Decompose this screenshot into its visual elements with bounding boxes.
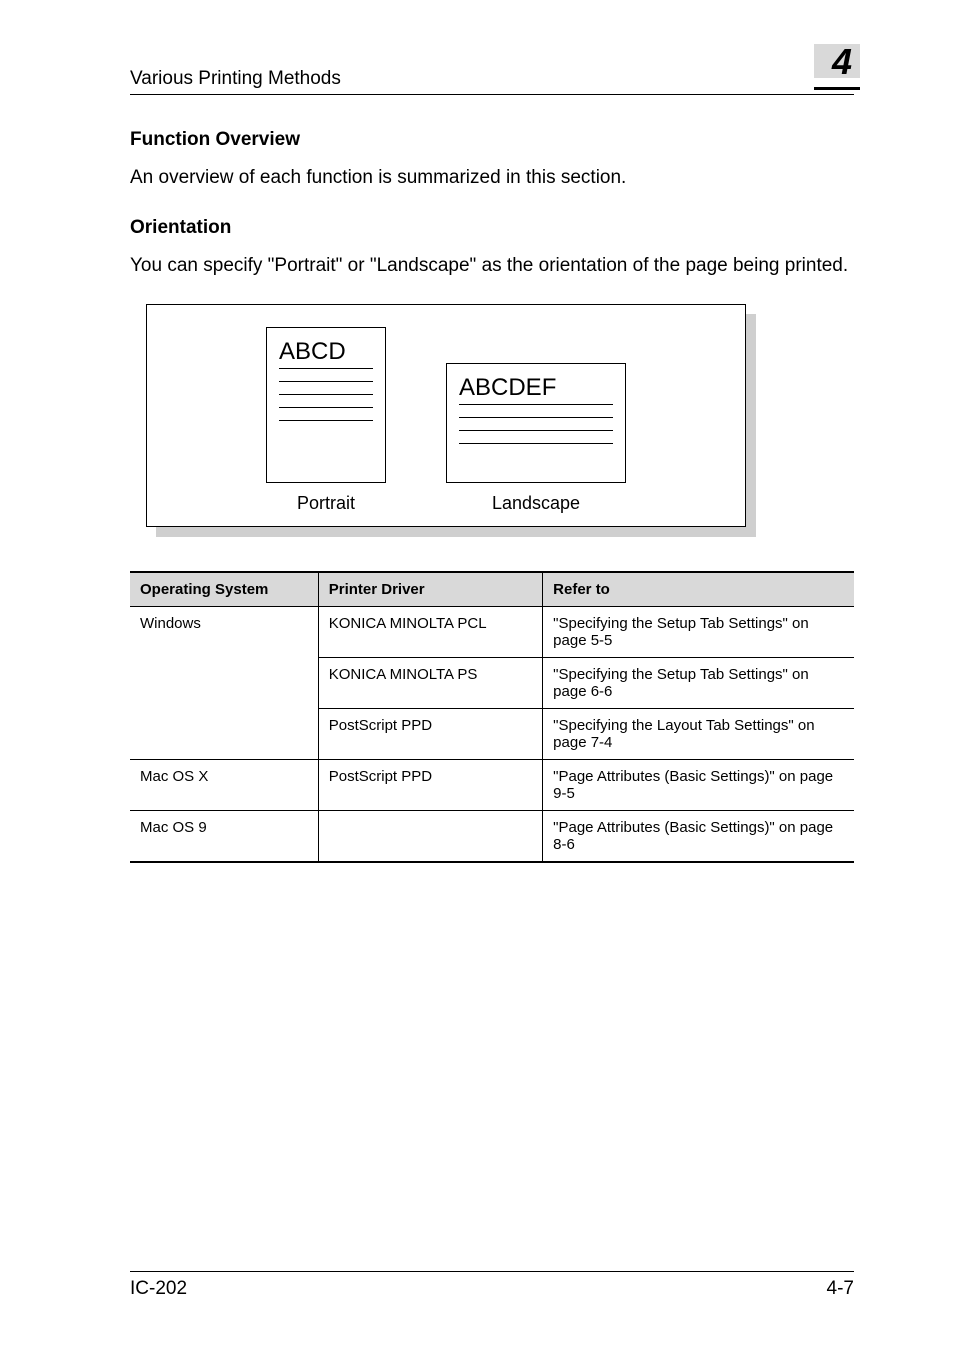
paragraph-function-overview: An overview of each function is summariz…	[130, 165, 854, 191]
sheet-line	[459, 417, 613, 418]
sheet-line	[279, 407, 373, 408]
chapter-underline	[814, 87, 860, 90]
cell-driver	[318, 811, 542, 863]
cell-refer: "Specifying the Setup Tab Settings" on p…	[543, 607, 854, 658]
th-refer: Refer to	[543, 572, 854, 607]
page-header: Various Printing Methods 4	[130, 52, 854, 95]
cell-os: Mac OS 9	[130, 811, 318, 863]
paragraph-orientation: You can specify "Portrait" or "Landscape…	[130, 253, 854, 279]
cell-driver: KONICA MINOLTA PS	[318, 658, 542, 709]
table-row: PostScript PPD "Specifying the Layout Ta…	[130, 709, 854, 760]
landscape-sheet-text: ABCDEF	[459, 374, 613, 405]
cell-driver: PostScript PPD	[318, 709, 542, 760]
cell-driver: PostScript PPD	[318, 760, 542, 811]
cell-os: Mac OS X	[130, 760, 318, 811]
sheet-line	[279, 381, 373, 382]
cell-os	[130, 658, 318, 709]
th-os: Operating System	[130, 572, 318, 607]
cell-os: Windows	[130, 607, 318, 658]
sheet-line	[459, 443, 613, 444]
cell-refer: "Page Attributes (Basic Settings)" on pa…	[543, 811, 854, 863]
cell-refer: "Specifying the Setup Tab Settings" on p…	[543, 658, 854, 709]
portrait-caption: Portrait	[297, 493, 355, 514]
page-footer: IC-202 4-7	[130, 1271, 854, 1300]
heading-orientation: Orientation	[130, 217, 854, 239]
table-row: Mac OS 9 "Page Attributes (Basic Setting…	[130, 811, 854, 863]
portrait-sheet-text: ABCD	[279, 338, 373, 369]
table-row: Windows KONICA MINOLTA PCL "Specifying t…	[130, 607, 854, 658]
sheet-line	[279, 394, 373, 395]
reference-table: Operating System Printer Driver Refer to…	[130, 571, 854, 863]
illustration-frame: ABCD Portrait ABCDEF Landscape	[146, 304, 746, 527]
chapter-number: 4	[832, 44, 852, 80]
cell-os	[130, 709, 318, 760]
cell-refer: "Specifying the Layout Tab Settings" on …	[543, 709, 854, 760]
cell-driver: KONICA MINOLTA PCL	[318, 607, 542, 658]
footer-left: IC-202	[130, 1278, 187, 1300]
cell-refer: "Page Attributes (Basic Settings)" on pa…	[543, 760, 854, 811]
section-title: Various Printing Methods	[130, 68, 341, 90]
footer-right: 4-7	[827, 1278, 854, 1300]
portrait-column: ABCD Portrait	[266, 327, 386, 518]
sheet-line	[279, 420, 373, 421]
th-driver: Printer Driver	[318, 572, 542, 607]
orientation-illustration: ABCD Portrait ABCDEF Landscape	[146, 304, 746, 527]
landscape-column: ABCDEF Landscape	[446, 363, 626, 518]
page: Various Printing Methods 4 Function Over…	[0, 0, 954, 1352]
heading-function-overview: Function Overview	[130, 129, 854, 151]
chapter-badge: 4	[808, 52, 854, 90]
sheet-line	[459, 430, 613, 431]
table-header-row: Operating System Printer Driver Refer to	[130, 572, 854, 607]
landscape-sheet: ABCDEF	[446, 363, 626, 483]
table-row: Mac OS X PostScript PPD "Page Attributes…	[130, 760, 854, 811]
landscape-caption: Landscape	[492, 493, 580, 514]
portrait-sheet: ABCD	[266, 327, 386, 483]
table-row: KONICA MINOLTA PS "Specifying the Setup …	[130, 658, 854, 709]
